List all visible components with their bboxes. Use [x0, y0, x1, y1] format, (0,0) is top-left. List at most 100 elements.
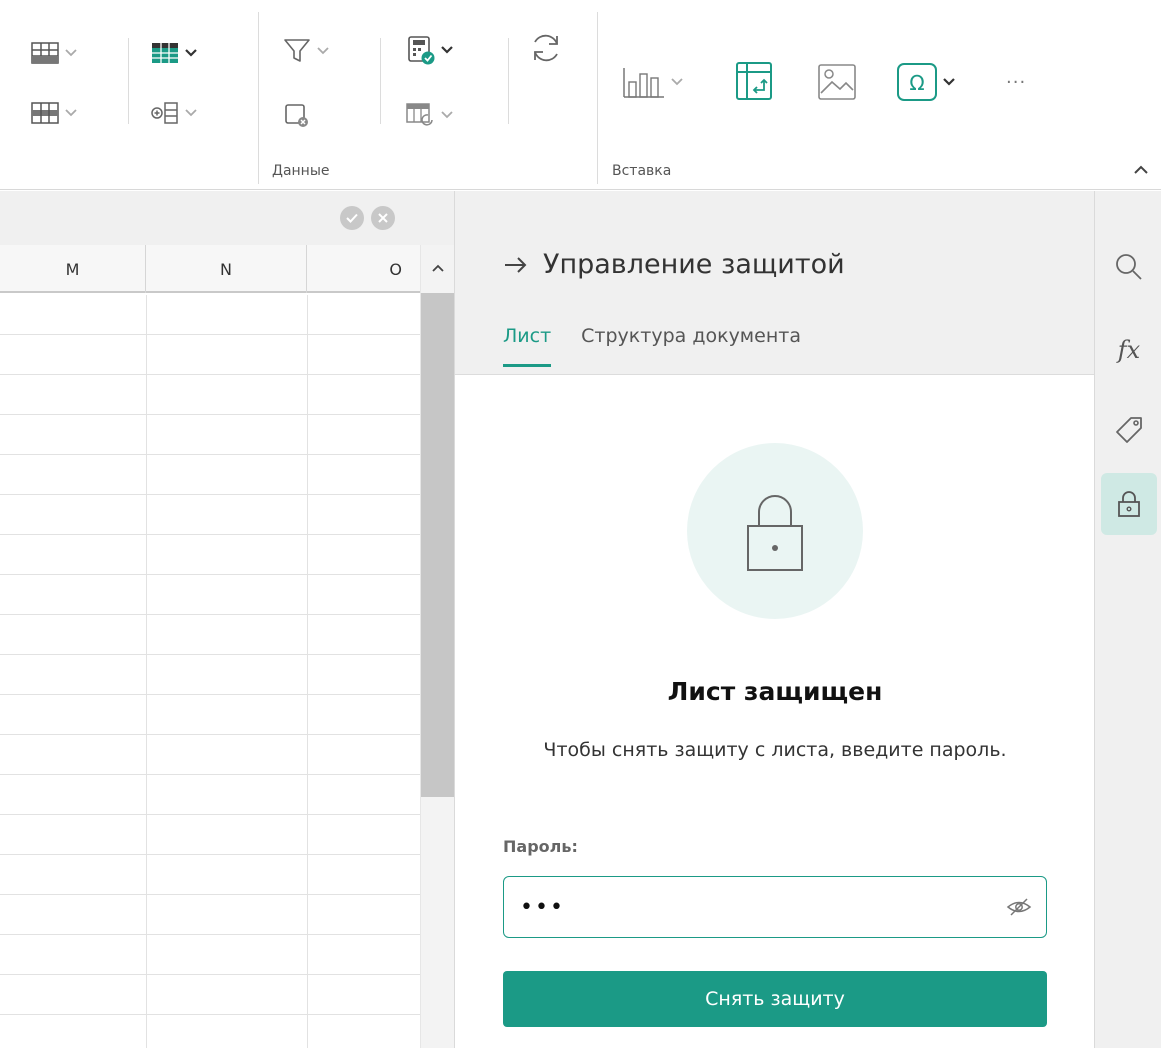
- refresh-button[interactable]: [528, 30, 564, 66]
- table-row[interactable]: [0, 815, 420, 855]
- chevron-up-icon: [432, 264, 444, 272]
- vertical-scrollbar[interactable]: [420, 245, 455, 1048]
- tag-tool-button[interactable]: [1101, 399, 1157, 461]
- panel-tabs: Лист Структура документа: [503, 325, 801, 367]
- insert-column-icon: [151, 102, 178, 124]
- scrollbar-thumb[interactable]: [421, 293, 455, 797]
- image-icon: [818, 64, 856, 100]
- unprotect-button[interactable]: Снять защиту: [503, 971, 1047, 1027]
- chevron-down-icon: [671, 78, 683, 86]
- more-button[interactable]: ···: [1006, 72, 1026, 93]
- column-header[interactable]: M: [0, 245, 146, 293]
- tab-document-structure[interactable]: Структура документа: [581, 325, 801, 367]
- table-row[interactable]: [0, 535, 420, 575]
- insert-chart-button[interactable]: [622, 64, 684, 100]
- table-row[interactable]: [0, 575, 420, 615]
- formula-bar: [0, 191, 454, 245]
- table-row[interactable]: [0, 975, 420, 1015]
- data-validation-button[interactable]: [404, 34, 454, 66]
- column-header[interactable]: O: [307, 245, 420, 293]
- panel-title-text: Управление защитой: [543, 249, 845, 280]
- chevron-down-icon: [185, 109, 197, 117]
- table-rows-icon: [31, 42, 59, 64]
- table-row[interactable]: [0, 655, 420, 695]
- more-dots-icon: ···: [1006, 72, 1027, 93]
- omega-symbol-icon: Ω: [897, 63, 937, 101]
- table-row[interactable]: [0, 375, 420, 415]
- ribbon-separator: [508, 38, 509, 124]
- table-row[interactable]: [0, 335, 420, 375]
- collapse-ribbon-button[interactable]: [1133, 160, 1149, 179]
- calculator-check-icon: [408, 36, 435, 65]
- table-row[interactable]: [0, 455, 420, 495]
- chevron-down-icon: [65, 49, 77, 57]
- panel-title: Управление защитой: [503, 249, 845, 280]
- status-description: Чтобы снять защиту с листа, введите паро…: [543, 739, 1007, 761]
- status-title: Лист защищен: [667, 677, 883, 706]
- ribbon-separator: [380, 38, 381, 124]
- table-row[interactable]: [0, 695, 420, 735]
- table-row[interactable]: [0, 775, 420, 815]
- column-header-row: M N O: [0, 245, 420, 293]
- insert-image-button[interactable]: [816, 62, 858, 102]
- clear-filter-icon: [285, 104, 308, 127]
- table-style-button[interactable]: [150, 40, 198, 66]
- table-rows-delete-icon: [31, 102, 59, 124]
- column-header[interactable]: N: [146, 245, 307, 293]
- tab-sheet[interactable]: Лист: [503, 325, 552, 367]
- table-row[interactable]: [0, 935, 420, 975]
- protection-tool-button[interactable]: [1101, 473, 1157, 535]
- close-icon: [378, 213, 388, 223]
- lock-icon: [747, 495, 803, 571]
- table-row[interactable]: [0, 1015, 420, 1048]
- recalculate-button[interactable]: [404, 100, 454, 130]
- formula-icon: fx: [1117, 336, 1141, 364]
- chevron-down-icon: [317, 47, 329, 55]
- spreadsheet-area: M N O: [0, 191, 455, 1048]
- chevron-down-icon: [65, 109, 77, 117]
- chevron-up-icon: [1134, 165, 1148, 174]
- pivot-table-button[interactable]: [734, 60, 774, 102]
- password-input[interactable]: [520, 887, 980, 927]
- insert-symbol-button[interactable]: Ω: [896, 62, 956, 102]
- hide-password-icon[interactable]: [1006, 897, 1032, 917]
- arrow-right-icon[interactable]: [503, 255, 529, 275]
- group-label-insert: Вставка: [612, 163, 672, 179]
- chevron-down-icon: [185, 49, 197, 57]
- filter-icon: [284, 39, 310, 62]
- search-tool-button[interactable]: [1101, 236, 1157, 298]
- ribbon-toolbar: Данные Ω ··· Вставка: [0, 0, 1161, 190]
- insert-column-button[interactable]: [150, 100, 198, 126]
- table-row[interactable]: [0, 495, 420, 535]
- chevron-down-icon: [441, 46, 453, 54]
- ribbon-separator: [258, 12, 259, 184]
- insert-rows-button[interactable]: [30, 40, 78, 66]
- table-row[interactable]: [0, 415, 420, 455]
- pivot-table-icon: [736, 62, 772, 100]
- table-row[interactable]: [0, 615, 420, 655]
- table-row[interactable]: [0, 895, 420, 935]
- chevron-down-icon: [943, 78, 955, 86]
- password-field[interactable]: [503, 876, 1047, 938]
- bar-chart-icon: [623, 68, 664, 98]
- cancel-edit-button[interactable]: [371, 206, 395, 230]
- cell-grid[interactable]: [0, 295, 420, 1048]
- svg-text:Ω: Ω: [909, 71, 924, 95]
- scroll-up-button[interactable]: [421, 263, 455, 285]
- confirm-edit-button[interactable]: [340, 206, 364, 230]
- column-divider: [307, 295, 308, 1048]
- table-row[interactable]: [0, 735, 420, 775]
- table-recalc-icon: [406, 103, 433, 126]
- lock-icon: [1118, 491, 1140, 517]
- table-style-icon: [152, 43, 178, 63]
- password-label: Пароль:: [503, 837, 578, 856]
- filter-button[interactable]: [282, 36, 330, 66]
- formula-tool-button[interactable]: fx: [1101, 319, 1157, 381]
- group-label-data: Данные: [272, 163, 330, 179]
- delete-rows-button[interactable]: [30, 100, 78, 126]
- table-row[interactable]: [0, 855, 420, 895]
- tag-icon: [1116, 417, 1142, 443]
- clear-filter-button[interactable]: [282, 100, 312, 130]
- refresh-icon: [534, 34, 558, 62]
- table-row[interactable]: [0, 295, 420, 335]
